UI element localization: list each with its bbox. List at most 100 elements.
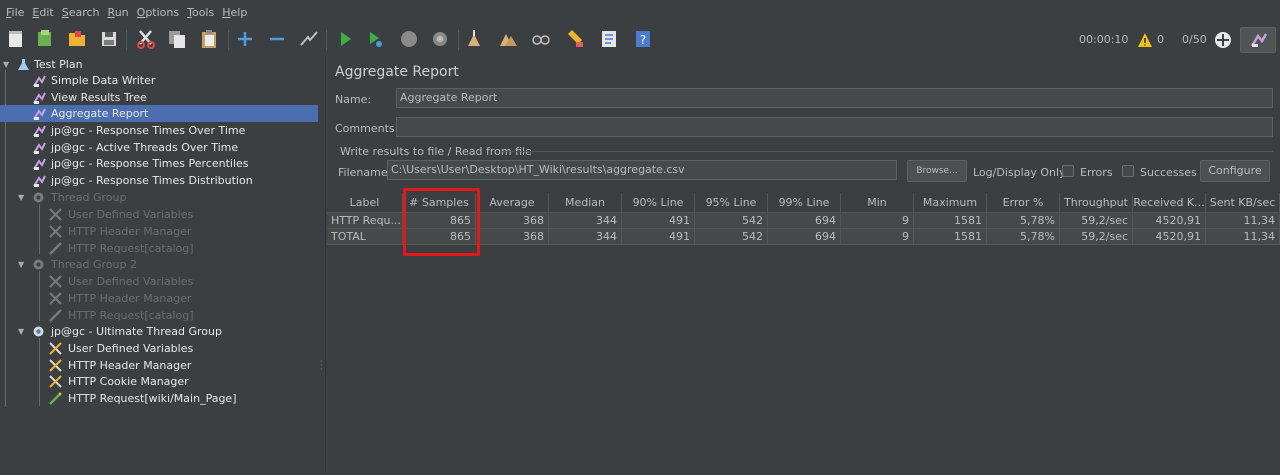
search-icon[interactable] bbox=[530, 28, 552, 50]
menu-run[interactable]: Run bbox=[104, 0, 133, 22]
log-viewer-button[interactable] bbox=[1240, 27, 1276, 53]
tree-node-label: View Results Tree bbox=[51, 91, 147, 104]
tree-node-listener[interactable]: jp@gc - Response Times Percentiles bbox=[0, 155, 318, 172]
column-header[interactable]: Maximum bbox=[914, 193, 987, 213]
sampler-pen-icon bbox=[49, 242, 62, 255]
tree-node-config[interactable]: User Defined Variables bbox=[0, 206, 318, 223]
clear-all-icon[interactable] bbox=[497, 28, 519, 50]
tree-node-thread-group[interactable]: ▼ Thread Group 2 bbox=[0, 256, 318, 273]
paste-icon[interactable] bbox=[198, 28, 220, 50]
tree-node-label: HTTP Header Manager bbox=[68, 359, 192, 372]
tree-node-label: HTTP Cookie Manager bbox=[68, 375, 189, 388]
config-tools-icon bbox=[49, 375, 62, 388]
successes-checkbox[interactable] bbox=[1122, 165, 1134, 177]
start-no-pause-icon[interactable] bbox=[364, 28, 386, 50]
menu-help[interactable]: Help bbox=[218, 0, 251, 22]
tree-node-sampler[interactable]: HTTP Request[catalog] bbox=[0, 240, 318, 257]
name-field[interactable]: Aggregate Report bbox=[396, 88, 1273, 108]
tree-node-listener[interactable]: jp@gc - Response Times Over Time bbox=[0, 122, 318, 139]
table-cell: 4520,91 bbox=[1133, 229, 1206, 245]
column-header[interactable]: 90% Line bbox=[622, 193, 695, 213]
new-icon[interactable] bbox=[5, 28, 27, 50]
tree-node-config[interactable]: HTTP Header Manager bbox=[0, 357, 318, 374]
save-icon[interactable] bbox=[98, 28, 120, 50]
tree-node-test-plan[interactable]: ▼ Test Plan bbox=[0, 56, 318, 73]
toggle-icon[interactable] bbox=[298, 28, 320, 50]
filename-field[interactable]: C:\Users\User\Desktop\HT_Wiki\results\ag… bbox=[387, 160, 897, 180]
samples-column-highlight bbox=[403, 188, 480, 256]
shutdown-icon[interactable] bbox=[429, 28, 451, 50]
tree-node-sampler[interactable]: HTTP Request[wiki/Main_Page] bbox=[0, 390, 318, 407]
thread-group-gear-icon bbox=[33, 259, 44, 270]
tree-node-listener[interactable]: jp@gc - Active Threads Over Time bbox=[0, 139, 318, 156]
reset-search-icon[interactable] bbox=[564, 28, 586, 50]
column-header[interactable]: Label bbox=[327, 193, 403, 213]
remote-globe-icon[interactable] bbox=[1214, 31, 1232, 49]
tree-node-listener[interactable]: Simple Data Writer bbox=[0, 72, 318, 89]
tree-node-aggregate-report[interactable]: Aggregate Report bbox=[0, 105, 318, 122]
table-cell: 344 bbox=[549, 213, 622, 229]
start-icon[interactable] bbox=[334, 28, 356, 50]
browse-button[interactable]: Browse... bbox=[907, 160, 967, 182]
configure-button[interactable]: Configure bbox=[1200, 160, 1270, 182]
collapse-icon[interactable] bbox=[266, 28, 288, 50]
expand-icon[interactable] bbox=[234, 28, 256, 50]
tree-node-label: HTTP Request[wiki/Main_Page] bbox=[68, 392, 237, 405]
open-icon[interactable] bbox=[66, 28, 88, 50]
table-cell: 1581 bbox=[914, 229, 987, 245]
tree-node-label: jp@gc - Active Threads Over Time bbox=[51, 141, 239, 154]
listener-icon bbox=[33, 142, 46, 154]
stop-icon[interactable] bbox=[398, 28, 420, 50]
column-header[interactable]: Min bbox=[841, 193, 914, 213]
tree-node-listener[interactable]: View Results Tree bbox=[0, 89, 318, 106]
filename-label: Filename bbox=[338, 166, 388, 179]
table-cell: HTTP Requ... bbox=[327, 213, 403, 229]
menu-edit[interactable]: Edit bbox=[28, 0, 57, 22]
function-helper-icon[interactable] bbox=[598, 28, 620, 50]
help-icon[interactable]: ? bbox=[632, 28, 654, 50]
clear-icon[interactable] bbox=[464, 28, 486, 50]
table-cell: TOTAL bbox=[327, 229, 403, 245]
menu-file[interactable]: File bbox=[2, 0, 28, 22]
expand-arrow-icon[interactable]: ▼ bbox=[3, 56, 9, 73]
templates-icon[interactable] bbox=[34, 28, 56, 50]
warning-icon[interactable] bbox=[1137, 32, 1153, 48]
column-header[interactable]: Median bbox=[549, 193, 622, 213]
menu-tools[interactable]: Tools bbox=[183, 0, 218, 22]
expand-arrow-icon[interactable]: ▼ bbox=[18, 256, 24, 273]
toolbar: ? 00:00:10 0 0/50 bbox=[0, 25, 1280, 55]
tree-node-label: User Defined Variables bbox=[68, 342, 194, 355]
cut-icon[interactable] bbox=[135, 28, 157, 50]
column-header[interactable]: Throughput bbox=[1060, 193, 1133, 213]
column-header[interactable]: Received K... bbox=[1133, 193, 1206, 213]
errors-checkbox[interactable] bbox=[1062, 165, 1074, 177]
tree-node-thread-group[interactable]: ▼ Thread Group bbox=[0, 189, 318, 206]
splitter-grip-icon[interactable]: · · · bbox=[320, 358, 323, 374]
expand-arrow-icon[interactable]: ▼ bbox=[18, 189, 24, 206]
tree-node-listener[interactable]: jp@gc - Response Times Distribution bbox=[0, 172, 318, 189]
tree-node-config[interactable]: HTTP Header Manager bbox=[0, 290, 318, 307]
menu-options[interactable]: Options bbox=[133, 0, 183, 22]
comments-field[interactable] bbox=[396, 117, 1273, 137]
expand-arrow-icon[interactable]: ▼ bbox=[18, 323, 24, 340]
tree-node-config[interactable]: User Defined Variables bbox=[0, 340, 318, 357]
table-cell: 694 bbox=[768, 229, 841, 245]
tree-node-ultimate-thread-group[interactable]: ▼ jp@gc - Ultimate Thread Group bbox=[0, 323, 318, 340]
tree-node-config[interactable]: HTTP Cookie Manager bbox=[0, 373, 318, 390]
column-header[interactable]: 95% Line bbox=[695, 193, 768, 213]
tree-node-config[interactable]: User Defined Variables bbox=[0, 273, 318, 290]
split-pane-divider[interactable] bbox=[318, 56, 326, 475]
tree-node-config[interactable]: HTTP Header Manager bbox=[0, 223, 318, 240]
table-cell: 368 bbox=[476, 213, 549, 229]
table-cell: 491 bbox=[622, 213, 695, 229]
table-cell: 491 bbox=[622, 229, 695, 245]
table-cell: 542 bbox=[695, 213, 768, 229]
column-header[interactable]: Error % bbox=[987, 193, 1060, 213]
column-header[interactable]: Average bbox=[476, 193, 549, 213]
config-tools-icon bbox=[49, 275, 62, 288]
column-header[interactable]: 99% Line bbox=[768, 193, 841, 213]
copy-icon[interactable] bbox=[166, 28, 188, 50]
menu-search[interactable]: Search bbox=[58, 0, 104, 22]
column-header[interactable]: Sent KB/sec bbox=[1206, 193, 1280, 213]
tree-node-sampler[interactable]: HTTP Request[catalog] bbox=[0, 307, 318, 324]
